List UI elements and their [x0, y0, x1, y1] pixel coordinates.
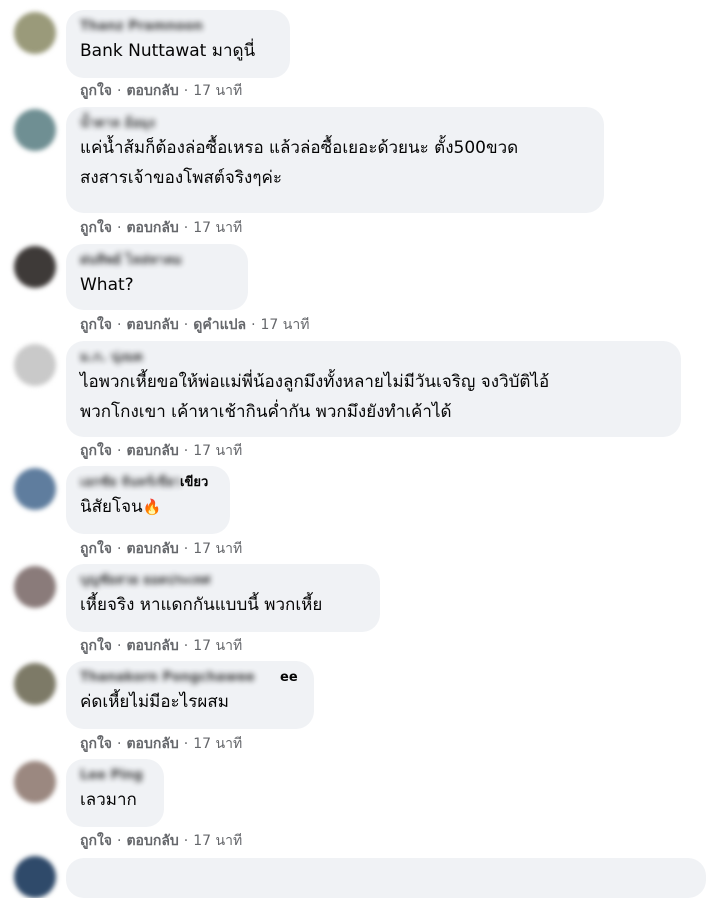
comment-text: เหี้ยจริง หาแดกกันแบบนี้ พวกเหี้ย: [80, 590, 366, 620]
comment-actions: ถูกใจ · ตอบกลับ · 17 นาที: [80, 734, 243, 754]
reply-link[interactable]: ตอบกลับ: [126, 441, 178, 461]
comment-text: แค่น้ำส้มก็ต้องล่อซื้อเหรอ แล้วล่อซื้อเย…: [80, 133, 590, 193]
comment-author[interactable]: Lee Ping: [80, 767, 150, 785]
comment-text-line: พวกโกงเขา เค้าหาเช้ากินค่ำกัน พวกมึงยังท…: [80, 402, 452, 422]
comment-author[interactable]: ม.ก. นุ่งมด: [80, 349, 667, 367]
author-visible-part: ee: [280, 670, 298, 685]
timestamp[interactable]: 17 นาที: [193, 218, 242, 238]
comment-actions: ถูกใจ · ตอบกลับ · 17 นาที: [80, 636, 243, 656]
comment-author[interactable]: บุญชัยสวย ยอดประเทศ: [80, 572, 366, 590]
reply-link[interactable]: ตอบกลับ: [126, 218, 178, 238]
comment-text: What?: [80, 270, 234, 300]
comment-text-line: What?: [80, 275, 134, 295]
comment-text-line: แค่น้ำส้มก็ต้องล่อซื้อเหรอ แล้วล่อซื้อเย…: [80, 138, 519, 158]
comment-text: ไอพวกเหี้ยขอให้พ่อแม่พี่น้องลูกมึงทั้งหล…: [80, 367, 667, 427]
comment-author[interactable]: ฝนทิพย์ ไหล่ทาคม: [80, 252, 234, 270]
timestamp[interactable]: 17 นาที: [193, 441, 242, 461]
comment-bubble: Thanz Pramnoon Bank Nuttawat มาดูนี่: [66, 10, 290, 78]
avatar[interactable]: [14, 856, 56, 898]
comment-bubble: Thanakorn Pongchawee ee ค่ดเหี้ยไม่มีอะไร…: [66, 661, 314, 729]
avatar[interactable]: [14, 109, 56, 151]
comment-actions: ถูกใจ · ตอบกลับ · 17 นาที: [80, 81, 243, 101]
comment-author[interactable]: เอกชัย จันทร์เขียวเขียว: [80, 474, 216, 492]
comment-actions: ถูกใจ · ตอบกลับ · ดูคำแปล · 17 นาที: [80, 315, 310, 335]
comment-actions: ถูกใจ · ตอบกลับ · 17 นาที: [80, 441, 243, 461]
avatar[interactable]: [14, 344, 56, 386]
comment-author[interactable]: Thanakorn Pongchawee ee: [80, 669, 300, 687]
comment-text: Bank Nuttawat มาดูนี่: [80, 36, 276, 66]
fire-emoji-icon: 🔥: [142, 498, 162, 516]
reply-link[interactable]: ตอบกลับ: [126, 636, 178, 656]
author-visible-part: เขียว: [180, 475, 209, 490]
timestamp[interactable]: 17 นาที: [193, 831, 242, 851]
reply-link[interactable]: ตอบกลับ: [126, 831, 178, 851]
comment-text-line: นิสัยโจน: [80, 497, 143, 517]
like-link[interactable]: ถูกใจ: [80, 218, 112, 238]
comment-text: ค่ดเหี้ยไม่มีอะไรผสม: [80, 687, 300, 717]
comment-actions: ถูกใจ · ตอบกลับ · 17 นาที: [80, 831, 243, 851]
avatar[interactable]: [14, 246, 56, 288]
comment-text-line: ไอพวกเหี้ยขอให้พ่อแม่พี่น้องลูกมึงทั้งหล…: [80, 372, 550, 392]
like-link[interactable]: ถูกใจ: [80, 81, 112, 101]
comment-bubble: ม.ก. นุ่งมด ไอพวกเหี้ยขอให้พ่อแม่พี่น้อง…: [66, 341, 681, 437]
comment-author[interactable]: Thanz Pramnoon: [80, 18, 276, 36]
comment-bubble: ฝนทิพย์ ไหล่ทาคม What?: [66, 244, 248, 310]
comment-bubble: [66, 858, 706, 898]
comment-actions: ถูกใจ · ตอบกลับ · 17 นาที: [80, 218, 243, 238]
like-link[interactable]: ถูกใจ: [80, 441, 112, 461]
reply-link[interactable]: ตอบกลับ: [126, 734, 178, 754]
like-link[interactable]: ถูกใจ: [80, 831, 112, 851]
timestamp[interactable]: 17 นาที: [193, 734, 242, 754]
comment-text-line: Bank Nuttawat มาดูนี่: [80, 41, 256, 61]
avatar[interactable]: [14, 566, 56, 608]
avatar[interactable]: [14, 663, 56, 705]
comment-bubble: เอกชัย จันทร์เขียวเขียว นิสัยโจน🔥: [66, 466, 230, 534]
avatar[interactable]: [14, 761, 56, 803]
reply-link[interactable]: ตอบกลับ: [126, 315, 178, 335]
comment-text: นิสัยโจน🔥: [80, 492, 216, 522]
comment-text-line: เลวมาก: [80, 790, 137, 810]
like-link[interactable]: ถูกใจ: [80, 315, 112, 335]
comment-bubble: Lee Ping เลวมาก: [66, 759, 164, 827]
reply-link[interactable]: ตอบกลับ: [126, 539, 178, 559]
timestamp[interactable]: 17 นาที: [193, 539, 242, 559]
timestamp[interactable]: 17 นาที: [193, 81, 242, 101]
like-link[interactable]: ถูกใจ: [80, 636, 112, 656]
comment-text-line: เหี้ยจริง หาแดกกันแบบนี้ พวกเหี้ย: [80, 595, 323, 615]
timestamp[interactable]: 17 นาที: [261, 315, 310, 335]
comment-bubble: น้ำตาล อ้อมุง แค่น้ำส้มก็ต้องล่อซื้อเหรอ…: [66, 107, 604, 213]
translate-link[interactable]: ดูคำแปล: [193, 315, 246, 335]
comment-author[interactable]: น้ำตาล อ้อมุง: [80, 115, 590, 133]
comment-text: เลวมาก: [80, 785, 150, 815]
timestamp[interactable]: 17 นาที: [193, 636, 242, 656]
comment-actions: ถูกใจ · ตอบกลับ · 17 นาที: [80, 539, 243, 559]
comment-bubble: บุญชัยสวย ยอดประเทศ เหี้ยจริง หาแดกกันแบ…: [66, 564, 380, 632]
avatar[interactable]: [14, 468, 56, 510]
comment-text-line: ค่ดเหี้ยไม่มีอะไรผสม: [80, 692, 229, 712]
like-link[interactable]: ถูกใจ: [80, 539, 112, 559]
avatar[interactable]: [14, 12, 56, 54]
like-link[interactable]: ถูกใจ: [80, 734, 112, 754]
comment-text-line: สงสารเจ้าของโพสต์จริงๆค่ะ: [80, 168, 282, 188]
reply-link[interactable]: ตอบกลับ: [126, 81, 178, 101]
